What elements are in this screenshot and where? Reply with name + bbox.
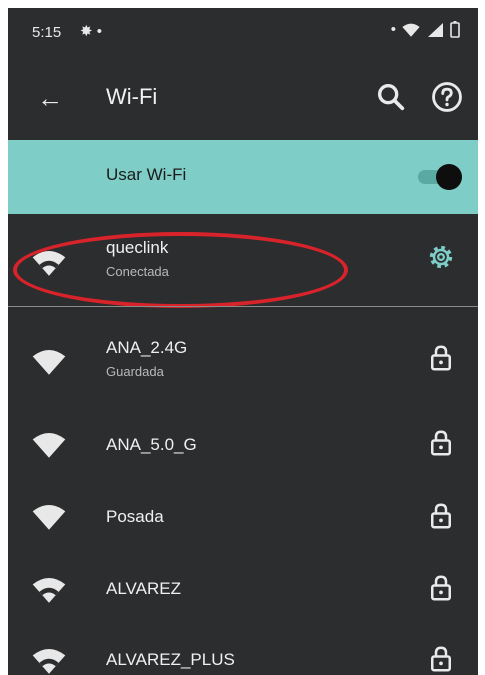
- help-icon[interactable]: [430, 80, 464, 114]
- dot-icon: •: [390, 21, 396, 38]
- use-wifi-label: Usar Wi-Fi: [106, 165, 187, 184]
- network-name: ANA_5.0_G: [106, 435, 197, 454]
- search-icon[interactable]: [374, 80, 408, 114]
- lock-icon: [431, 646, 451, 672]
- wifi-icon: [32, 577, 66, 603]
- network-name: queclink: [106, 238, 169, 257]
- switch-thumb: [436, 164, 462, 190]
- wifi-switch[interactable]: [412, 164, 462, 190]
- network-name: ANA_2.4G: [106, 338, 188, 357]
- network-row[interactable]: ANA_5.0_G: [8, 392, 478, 466]
- signal-icon: [428, 22, 443, 37]
- gear-icon[interactable]: [426, 242, 456, 272]
- page-title: Wi-Fi: [106, 84, 158, 109]
- network-row[interactable]: ALVAREZ_PLUS: [8, 614, 478, 675]
- lock-icon: [431, 345, 451, 371]
- status-time: 5:15: [32, 24, 62, 41]
- lock-icon: [431, 430, 451, 456]
- network-status: Guardada: [106, 364, 164, 379]
- lock-icon: [431, 575, 451, 601]
- battery-icon: [450, 21, 460, 38]
- status-bar: 5:15 ✸ • •: [8, 8, 478, 56]
- network-row[interactable]: ALVAREZ: [8, 540, 478, 614]
- network-name: ALVAREZ_PLUS: [106, 650, 235, 669]
- notification-icons: ✸ •: [80, 23, 102, 40]
- phone-screen: 5:15 ✸ • • ← Wi-Fi Usar Wi-Fi queclink C…: [8, 8, 478, 675]
- status-right-icons: •: [391, 21, 460, 38]
- wifi-icon: [32, 250, 66, 276]
- app-bar: ← Wi-Fi: [8, 56, 478, 140]
- wifi-icon: [32, 432, 66, 458]
- network-row[interactable]: ANA_2.4G Guardada: [8, 318, 478, 392]
- section-divider: [8, 306, 478, 307]
- lock-icon: [431, 503, 451, 529]
- wifi-status-icon: [402, 23, 420, 37]
- network-status: Conectada: [106, 264, 169, 279]
- wifi-icon: [32, 349, 66, 375]
- wifi-icon: [32, 648, 66, 674]
- network-row[interactable]: Posada: [8, 466, 478, 540]
- connected-network-row[interactable]: queclink Conectada: [8, 214, 478, 288]
- use-wifi-row[interactable]: Usar Wi-Fi: [8, 140, 478, 214]
- wifi-icon: [32, 504, 66, 530]
- network-name: Posada: [106, 507, 164, 526]
- arrow-back-icon[interactable]: ←: [30, 78, 70, 118]
- network-name: ALVAREZ: [106, 579, 181, 598]
